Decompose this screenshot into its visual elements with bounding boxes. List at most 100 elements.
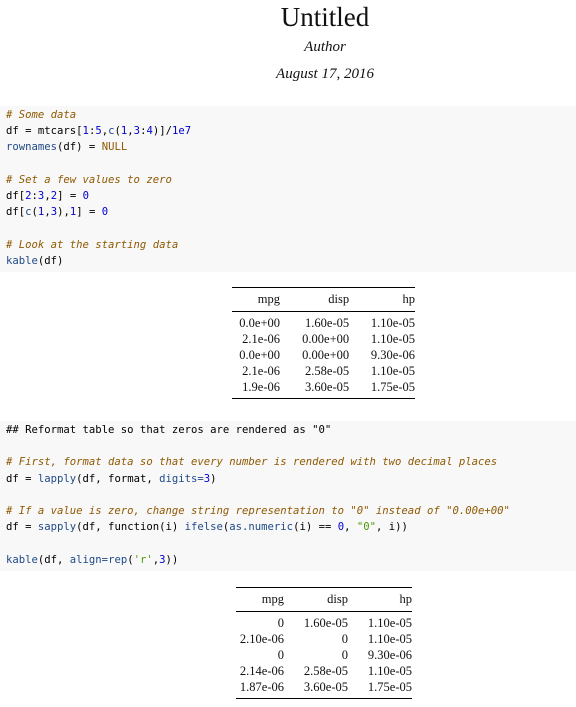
code-line: df = mtcars[1:5,c(1,3:4)]/1e7 [6,123,576,139]
code-token: (df, [37,553,70,566]
code-token: ) [210,472,217,485]
code-token: ] = [76,206,102,219]
code-block-2: ## Reformat table so that zeros are rend… [0,421,576,571]
table-row: 0 1.60e-05 1.10e-05 [236,612,412,632]
data-table-reformatted: mpg disp hp 0 1.60e-05 1.10e-05 2.10e-06 0 1.10… [236,587,412,699]
code-line: # First, format data so that every numbe… [6,454,576,470]
code-token: align= [69,553,109,566]
table-cell: 0.0e+00 [239,348,280,362]
table-row: 2.1e-06 0.00e+00 1.10e-05 [232,331,415,347]
column-header-mpg: mpg [261,592,284,606]
table-cell: 1.10e-05 [370,316,415,330]
code-token: "0" [356,521,377,534]
code-comment: # First, format data so that every numbe… [6,456,498,469]
code-token: , [344,521,357,534]
code-comment: # Some data [6,109,77,121]
code-token: rep [108,553,128,566]
table-cell: 1.60e-05 [305,316,350,330]
code-token: df[ [6,189,26,202]
table-cell: 2.10e-06 [239,632,284,646]
code-line: rownames(df) = NULL [6,139,576,155]
code-line: # Set a few values to zero [6,172,576,188]
code-token: lapply [37,472,77,485]
table-row: 1.9e-06 3.60e-05 1.75e-05 [232,379,415,399]
code-comment: # Look at the starting data [6,238,179,251]
table-row: 2.1e-06 2.58e-05 1.10e-05 [232,363,415,379]
code-token: df = [6,472,38,485]
column-header-disp: disp [328,292,350,306]
table-cell: 1.87e-06 [239,680,284,694]
table-cell: 1.75e-05 [367,680,412,694]
table-cell: 3.60e-05 [305,380,350,394]
code-token: (df) = [57,141,102,154]
table-cell: 0.00e+00 [302,348,350,362]
table-cell: 1.10e-05 [367,616,412,630]
code-line: df[c(1,3),1] = 0 [6,204,576,220]
column-header-hp: hp [402,292,416,306]
table-cell: 0.0e+00 [239,316,280,330]
table-cell: 2.58e-05 [305,364,350,378]
code-token: ] = [57,189,83,202]
table-cell: 1.10e-05 [367,632,412,646]
table-cell: 2.1e-06 [242,364,280,378]
table-cell: 0 [277,616,284,630]
code-token: , i)) [376,521,408,534]
code-token: df = mtcars[ [6,125,83,138]
code-token: 1e7 [171,125,192,138]
code-comment: # If a value is zero, change string repr… [6,504,510,517]
column-header-mpg: mpg [257,292,280,306]
table-row: 1.87e-06 3.60e-05 1.75e-05 [236,679,412,699]
code-token: NULL [101,141,128,154]
code-token: df = [6,521,38,534]
code-token: digits= [159,472,204,485]
code-token: sapply [37,521,77,534]
data-table-original: mpg disp hp 0.0e+00 1.60e-05 1.10e-05 2.1e-06… [232,287,415,399]
code-line: # Some data [6,107,576,123]
table-cell: 1.9e-06 [242,380,280,394]
code-line: # Look at the starting data [6,237,576,253]
document-title: Untitled [280,2,370,32]
table-row: 0 0 9.30e-06 [236,647,412,663]
document-author: Author [304,39,346,55]
table-header-row: mpg disp hp [236,587,413,612]
code-token: kable [6,254,38,267]
code-token: (df) [37,254,64,267]
code-comment: # Set a few values to zero [6,173,172,186]
table-cell: 2.1e-06 [242,332,280,346]
code-line: kable(df) [6,253,576,269]
table-cell: 0 [341,632,348,646]
code-token: ifelse [184,521,223,534]
code-token: 'r' [133,553,153,566]
code-token: as.numeric [229,521,294,534]
table-cell: 0.00e+00 [302,332,350,346]
table-row: 0.0e+00 1.60e-05 1.10e-05 [232,312,415,332]
table-row: 2.10e-06 0 1.10e-05 [236,631,412,647]
table-cell: 9.30e-06 [367,648,412,662]
document-date: August 17, 2016 [276,66,374,82]
table-row: 2.14e-06 2.58e-05 1.10e-05 [236,663,412,679]
code-token: (df, format, [76,472,160,485]
code-token: kable [6,553,38,566]
code-token: 0 [82,189,89,202]
code-line: df = sapply(df, function(i) ifelse(as.nu… [6,519,576,535]
table-cell: 2.14e-06 [239,664,284,678]
table-cell: 1.10e-05 [370,364,415,378]
table-cell: 1.75e-05 [370,380,415,394]
code-token: ), [57,206,70,219]
code-token: (df, function(i) [76,521,185,534]
table-cell: 2.58e-05 [303,664,348,678]
table-cell: 9.30e-06 [370,348,415,362]
table-cell: 1.60e-05 [303,616,348,630]
table-cell: 1.10e-05 [367,664,412,678]
code-token: 0 [101,206,109,219]
code-line: ## Reformat table so that zeros are rend… [6,422,576,438]
code-line: kable(df, align=rep('r',3)) [6,552,576,568]
code-line: # If a value is zero, change string repr… [6,503,576,519]
table-cell: 3.60e-05 [303,680,348,694]
table-cell: 0 [341,648,348,662]
table-cell: 1.10e-05 [370,332,415,346]
column-header-hp: hp [399,592,413,606]
code-block-1: # Some data df = mtcars[1:5,c(1,3:4)]/1e7… [0,106,576,272]
